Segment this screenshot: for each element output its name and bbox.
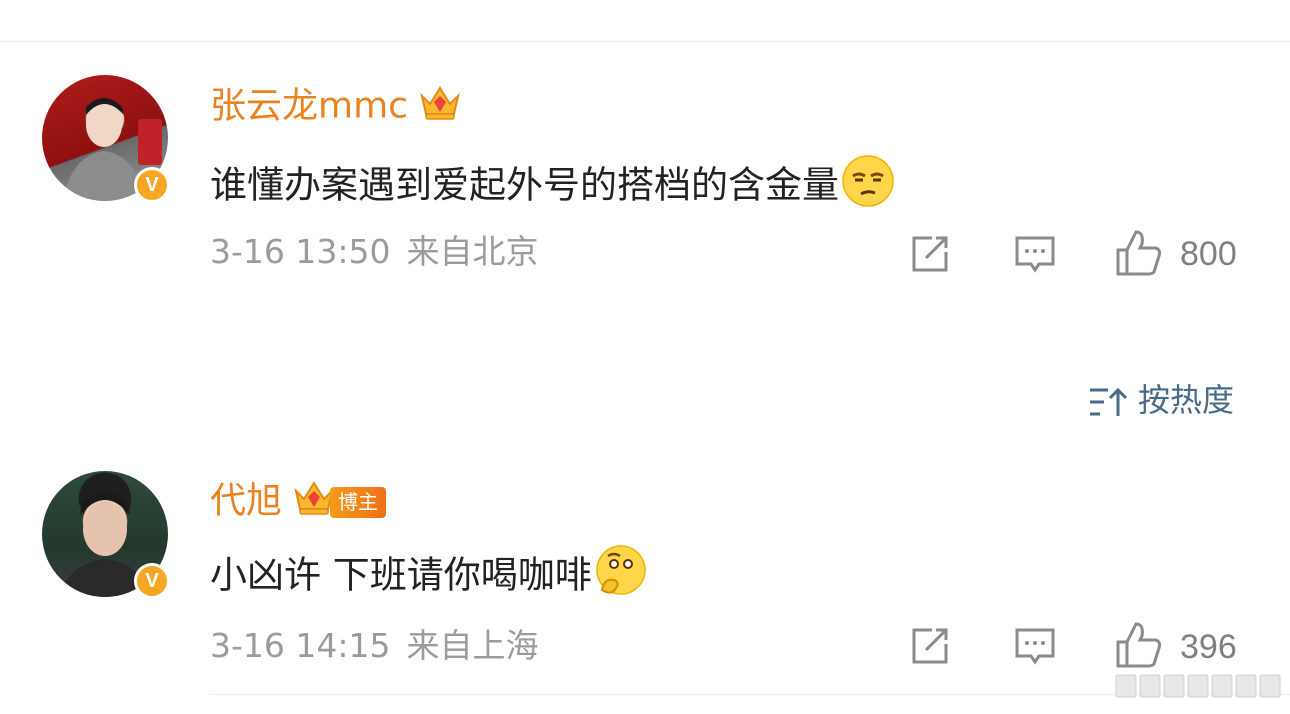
avatar[interactable]: V	[42, 471, 170, 599]
thinking-emoji-icon	[594, 544, 648, 610]
comment-username[interactable]: 代旭 博主	[210, 477, 387, 528]
divider	[0, 41, 1290, 42]
unamused-emoji-icon	[841, 154, 895, 220]
comment-time: 3-16 14:15	[210, 626, 391, 665]
like-count: 396	[1180, 628, 1237, 666]
comment-text: 小凶许 下班请你喝咖啡	[210, 544, 648, 610]
comment-username[interactable]: 张云龙mmc	[210, 82, 462, 133]
username-text: 张云龙mmc	[210, 85, 408, 127]
avatar[interactable]: V	[42, 75, 170, 203]
like-icon[interactable]	[1114, 620, 1164, 668]
share-icon[interactable]	[908, 232, 952, 276]
watermark-logo	[1114, 671, 1284, 701]
comment-icon[interactable]	[1013, 624, 1057, 668]
sort-icon	[1090, 387, 1128, 416]
comment-text-content: 谁懂办案遇到爱起外号的搭档的含金量	[210, 163, 839, 207]
comment-icon[interactable]	[1013, 232, 1057, 276]
comment-location: 来自上海	[406, 626, 539, 665]
top-partial-element	[600, 0, 800, 2]
verified-badge: V	[134, 167, 170, 203]
comment-location: 来自北京	[406, 232, 539, 271]
like-count: 800	[1180, 235, 1237, 273]
sort-label: 按热度	[1138, 381, 1235, 419]
comment-text: 谁懂办案遇到爱起外号的搭档的含金量	[210, 154, 895, 220]
share-icon[interactable]	[908, 624, 952, 668]
comment-time: 3-16 13:50	[210, 232, 391, 271]
blogger-badge: 博主	[330, 487, 387, 518]
sort-by-heat-button[interactable]: 按热度	[1088, 380, 1234, 420]
comment-meta: 3-16 14:15 来自上海	[210, 626, 539, 666]
comment-meta: 3-16 13:50 来自北京	[210, 232, 539, 272]
crown-icon	[418, 82, 462, 133]
username-text: 代旭	[210, 480, 283, 522]
like-icon[interactable]	[1114, 228, 1164, 276]
verified-badge: V	[134, 563, 170, 599]
comment-text-content: 小凶许 下班请你喝咖啡	[210, 553, 592, 597]
